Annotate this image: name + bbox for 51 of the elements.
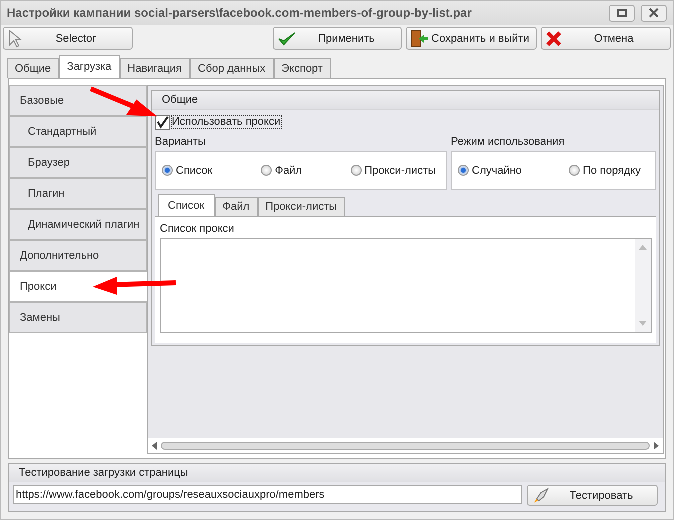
scroll-left-icon[interactable] — [152, 442, 157, 450]
close-icon — [649, 8, 659, 18]
selector-button[interactable]: Selector — [3, 27, 133, 50]
tab[interactable]: Общие — [7, 58, 60, 78]
group-title: Общие — [162, 94, 198, 106]
tab[interactable]: Список — [158, 194, 215, 216]
tab[interactable]: Экспорт — [274, 58, 331, 78]
radio-button[interactable]: Прокси-листы — [350, 164, 436, 176]
tab[interactable]: Загрузка — [59, 55, 120, 78]
window-title: Настройки кампании social-parsers\facebook.com-members-of-group-by-list.par — [7, 6, 472, 20]
radio-button[interactable]: По порядку — [569, 164, 641, 176]
radio-button[interactable]: Случайно — [458, 164, 522, 176]
proxy-list-field[interactable] — [160, 238, 652, 333]
horizontal-scrollbar[interactable] — [148, 438, 663, 453]
close-button[interactable] — [641, 4, 667, 22]
sidebar-item[interactable]: Прокси — [9, 271, 147, 302]
variants-label: Варианты — [155, 135, 207, 150]
url-field[interactable]: https://www.facebook.com/groups/reseauxsociauxpro/members — [13, 485, 522, 504]
rocket-icon — [532, 486, 550, 504]
radio-button[interactable]: Список — [162, 164, 213, 176]
sidebar-item[interactable]: Базовые — [9, 85, 147, 116]
sidebar-item[interactable]: Динамический плагин — [9, 209, 147, 240]
restore-icon — [617, 9, 627, 17]
scroll-right-icon[interactable] — [654, 442, 659, 450]
restore-button[interactable] — [609, 4, 635, 22]
save-exit-button[interactable]: Сохранить и выйти — [406, 27, 537, 50]
sidebar-item[interactable]: Браузер — [9, 147, 147, 178]
sidebar-item[interactable]: Замены — [9, 302, 147, 333]
tab[interactable]: Прокси-листы — [258, 197, 346, 216]
sidebar-item[interactable]: Плагин — [9, 178, 147, 209]
scroll-down-icon[interactable] — [639, 321, 647, 326]
test-button[interactable]: Тестировать — [527, 485, 658, 506]
x-icon — [546, 30, 562, 46]
sidebar-item[interactable]: Стандартный — [9, 116, 147, 147]
annotation-arrow — [90, 86, 158, 117]
tab[interactable]: Сбор данных — [190, 58, 274, 78]
test-title: Тестирование загрузки страницы — [19, 467, 188, 479]
radio-button[interactable]: Файл — [261, 164, 302, 176]
vertical-scrollbar[interactable] — [635, 239, 651, 332]
sidebar-item[interactable]: Дополнительно — [9, 240, 147, 271]
tab[interactable]: Навигация — [120, 58, 190, 78]
mode-label: Режим использования — [451, 135, 566, 150]
cancel-button[interactable]: Отмена — [541, 27, 671, 50]
checkmark-icon — [278, 30, 296, 46]
proxy-list-label: Список прокси — [160, 222, 236, 237]
cursor-icon — [8, 30, 24, 48]
use-proxy-checkbox[interactable]: Использовать прокси — [155, 113, 656, 131]
scroll-up-icon[interactable] — [639, 245, 647, 250]
tab[interactable]: Файл — [214, 197, 258, 216]
door-icon — [411, 30, 429, 48]
apply-button[interactable]: Применить — [273, 27, 402, 50]
